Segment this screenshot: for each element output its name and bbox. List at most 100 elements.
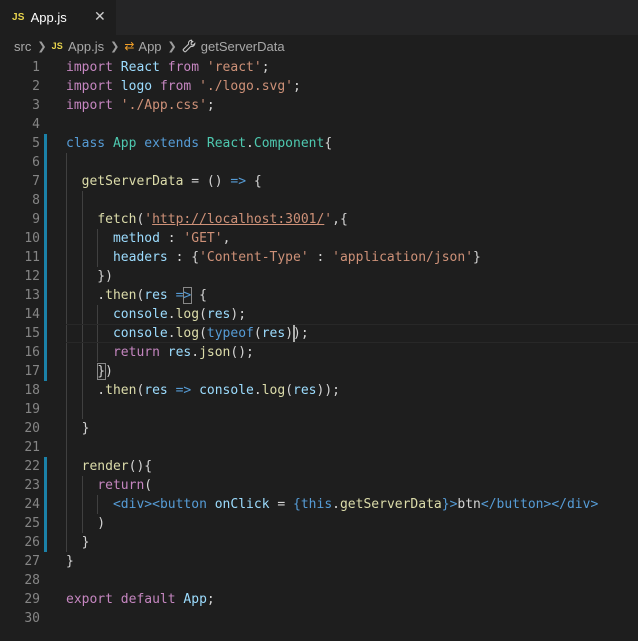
- code-text: }: [66, 421, 90, 436]
- code-text: getServerData = () => {: [81, 174, 262, 189]
- line-number: 25: [24, 516, 40, 531]
- code-line[interactable]: 3 import './App.css';: [0, 96, 638, 115]
- code-line[interactable]: 9 fetch('http://localhost:3001/',{: [0, 210, 638, 229]
- code-text: import React from 'react';: [66, 60, 270, 75]
- chevron-right-icon: ❯: [110, 39, 120, 53]
- code-line[interactable]: 1 import React from 'react';: [0, 58, 638, 77]
- line-number: 13: [24, 288, 40, 303]
- code-line[interactable]: 14 console.log(res);: [0, 305, 638, 324]
- breadcrumb-class[interactable]: ⇄ App: [124, 39, 161, 54]
- code-editor[interactable]: 1 import React from 'react'; 2 import logo …: [0, 57, 638, 641]
- breadcrumb: src ❯ JS App.js ❯ ⇄ App ❯ getServerData: [0, 35, 638, 57]
- code-text: console.log(res);: [112, 307, 247, 322]
- line-number: 2: [32, 79, 40, 94]
- line-number: 29: [24, 592, 40, 607]
- line-number: 6: [32, 155, 40, 170]
- tab-app-js[interactable]: JS App.js ✕: [0, 0, 116, 35]
- code-text: class App extends React.Component{: [66, 136, 333, 151]
- breadcrumb-method[interactable]: getServerData: [182, 39, 285, 54]
- code-text: }): [66, 269, 113, 284]
- line-number: 14: [24, 307, 40, 322]
- code-text: .then(res => console.log(res));: [66, 383, 340, 398]
- code-line[interactable]: 13 .then(res => {: [0, 286, 638, 305]
- line-number: 24: [24, 497, 40, 512]
- code-line[interactable]: 11 headers : {'Content-Type' : 'applicat…: [0, 248, 638, 267]
- code-line[interactable]: 29 export default App;: [0, 590, 638, 609]
- code-text: export default App;: [66, 592, 215, 607]
- code-text: import logo from './logo.svg';: [66, 79, 301, 94]
- code-line[interactable]: 28: [0, 571, 638, 590]
- breadcrumb-class-label: App: [138, 38, 162, 54]
- code-line[interactable]: 22 render(){: [0, 457, 638, 476]
- code-line[interactable]: 30: [0, 609, 638, 628]
- line-number: 1: [32, 60, 40, 75]
- wrench-icon: [182, 39, 196, 53]
- line-number: 7: [32, 174, 40, 189]
- line-number: 11: [24, 250, 40, 265]
- line-number: 28: [24, 573, 40, 588]
- code-text: return res.json();: [112, 345, 254, 360]
- line-number: 5: [32, 136, 40, 151]
- line-number: 20: [24, 421, 40, 436]
- class-icon: ⇄: [124, 39, 135, 53]
- line-number: 16: [24, 345, 40, 360]
- code-line[interactable]: 20 }: [0, 419, 638, 438]
- line-number: 27: [24, 554, 40, 569]
- code-line[interactable]: 2 import logo from './logo.svg';: [0, 77, 638, 96]
- code-line[interactable]: 5 class App extends React.Component{: [0, 134, 638, 153]
- close-icon[interactable]: ✕: [94, 9, 106, 25]
- code-line[interactable]: 18 .then(res => console.log(res));: [0, 381, 638, 400]
- code-line[interactable]: 15 console.log(typeof(res));: [0, 324, 638, 343]
- code-text: <div><button onClick = {this.getServerDa…: [112, 497, 599, 512]
- line-number: 19: [24, 402, 40, 417]
- code-text: headers : {'Content-Type' : 'application…: [112, 250, 481, 265]
- line-number: 26: [24, 535, 40, 550]
- code-line[interactable]: 16 return res.json();: [0, 343, 638, 362]
- code-text: render(){: [81, 459, 153, 474]
- chevron-right-icon: ❯: [167, 39, 177, 53]
- code-text: import './App.css';: [66, 98, 215, 113]
- code-line[interactable]: 23 return(: [0, 476, 638, 495]
- code-line[interactable]: 17 }): [0, 362, 638, 381]
- line-number: 17: [24, 364, 40, 379]
- javascript-file-icon: JS: [12, 12, 25, 23]
- breadcrumb-file[interactable]: JS App.js: [52, 39, 105, 54]
- code-line[interactable]: 4: [0, 115, 638, 134]
- code-text: }: [66, 535, 90, 550]
- line-number: 3: [32, 98, 40, 113]
- line-number: 8: [32, 193, 40, 208]
- code-text: return(: [97, 478, 153, 493]
- code-text: method : 'GET',: [112, 231, 231, 246]
- tab-bar: JS App.js ✕: [0, 0, 638, 35]
- code-line[interactable]: 12 }): [0, 267, 638, 286]
- code-line[interactable]: 10 method : 'GET',: [0, 229, 638, 248]
- code-text: fetch('http://localhost:3001/',{: [97, 212, 348, 227]
- code-line[interactable]: 24 <div><button onClick = {this.getServe…: [0, 495, 638, 514]
- code-line[interactable]: 6: [0, 153, 638, 172]
- code-line[interactable]: 27}: [0, 552, 638, 571]
- line-number: 21: [24, 440, 40, 455]
- line-number: 4: [32, 117, 40, 132]
- chevron-right-icon: ❯: [37, 39, 47, 53]
- javascript-file-icon: JS: [51, 41, 63, 51]
- line-number: 30: [24, 611, 40, 626]
- code-line[interactable]: 19: [0, 400, 638, 419]
- code-line[interactable]: 21: [0, 438, 638, 457]
- code-line[interactable]: 26 }: [0, 533, 638, 552]
- breadcrumb-folder[interactable]: src: [14, 39, 31, 54]
- line-number: 12: [24, 269, 40, 284]
- line-number: 9: [32, 212, 40, 227]
- line-number: 18: [24, 383, 40, 398]
- line-number: 10: [24, 231, 40, 246]
- code-text: .then(res => {: [66, 288, 207, 303]
- code-line[interactable]: 25 ): [0, 514, 638, 533]
- breadcrumb-file-label: App.js: [67, 38, 105, 54]
- code-text: console.log(typeof(res));: [112, 326, 309, 341]
- code-text: ): [66, 516, 106, 531]
- line-number: 23: [24, 478, 40, 493]
- line-number: 15: [24, 326, 40, 341]
- breadcrumb-method-label: getServerData: [200, 38, 285, 54]
- code-line[interactable]: 7 getServerData = () => {: [0, 172, 638, 191]
- code-line[interactable]: 8: [0, 191, 638, 210]
- line-number: 22: [24, 459, 40, 474]
